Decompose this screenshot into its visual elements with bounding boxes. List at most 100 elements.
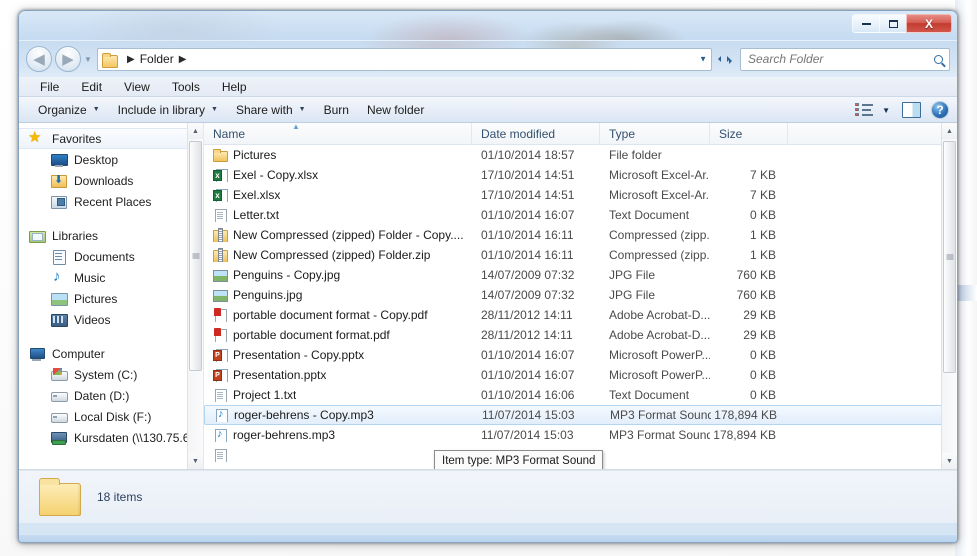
sidebar-item-downloads[interactable]: Downloads [19,170,203,191]
sidebar-item-kursdaten[interactable]: Kursdaten (\\130.75.67.60) ( [19,427,203,448]
column-header-type[interactable]: Type [600,123,710,145]
file-size: 29 KB [743,328,776,342]
organize-button[interactable]: Organize ▼ [29,100,109,120]
menu-tools[interactable]: Tools [161,78,211,96]
sidebar-scroll-thumb[interactable] [189,141,202,371]
file-name-cell[interactable]: Presentation.pptx [204,368,472,382]
address-dropdown-icon[interactable]: ▼ [699,55,707,64]
star-icon [28,129,45,146]
minimize-button[interactable] [852,14,879,33]
file-name-cell[interactable] [204,448,472,462]
table-row[interactable]: Pictures 01/10/2014 18:57 File folder [204,145,957,165]
file-name-cell[interactable]: New Compressed (zipped) Folder - Copy...… [204,228,472,242]
table-row[interactable]: New Compressed (zipped) Folder - Copy...… [204,225,957,245]
sidebar-label-videos: Videos [74,312,111,327]
file-name-cell[interactable]: Penguins - Copy.jpg [204,268,472,282]
column-header-name[interactable]: Name [204,123,472,145]
sidebar-item-local-disk-f[interactable]: Local Disk (F:) [19,406,203,427]
navigation-bar: ◀ ▶ ▼ ▶ Folder ▶ ▼ [19,41,957,77]
file-name-cell[interactable]: Project 1.txt [204,388,472,402]
table-row[interactable]: Penguins - Copy.jpg 14/07/2009 07:32 JPG… [204,265,957,285]
table-row[interactable]: portable document format.pdf 28/11/2012 … [204,325,957,345]
file-size: 7 KB [749,168,776,182]
change-view-icon[interactable] [854,102,874,118]
sidebar-group-libraries[interactable]: Libraries [19,225,203,246]
breadcrumb-separator-2-icon[interactable]: ▶ [179,54,187,65]
sidebar-item-recent-places[interactable]: Recent Places [19,191,203,212]
table-row[interactable]: Exel.xlsx 17/10/2014 14:51 Microsoft Exc… [204,185,957,205]
sidebar-group-computer[interactable]: Computer [19,343,203,364]
file-name-cell[interactable]: portable document format - Copy.pdf [204,308,472,322]
column-header-size[interactable]: Size [710,123,788,145]
table-row[interactable]: Presentation.pptx 01/10/2014 16:07 Micro… [204,365,957,385]
file-name-cell[interactable]: Exel - Copy.xlsx [204,168,472,182]
burn-label: Burn [323,102,349,117]
recent-pages-chevron-icon[interactable]: ▼ [81,55,95,64]
table-row[interactable]: portable document format - Copy.pdf 28/1… [204,305,957,325]
sidebar-scrollbar[interactable]: ▲ ▼ [187,123,203,469]
file-name-cell[interactable]: Pictures [204,148,472,162]
file-name-cell[interactable]: roger-behrens.mp3 [204,428,472,442]
refresh-button[interactable] [713,48,737,71]
forward-button[interactable]: ▶ [55,46,81,72]
view-options-chevron-down-icon[interactable]: ▼ [878,106,894,115]
sidebar-scroll-up-button[interactable]: ▲ [188,123,203,139]
sidebar-item-documents[interactable]: Documents [19,246,203,267]
sort-ascending-icon: ▲ [292,123,300,131]
sidebar-item-daten-d[interactable]: Daten (D:) [19,385,203,406]
maximize-button[interactable] [879,14,906,33]
menu-view[interactable]: View [113,78,161,96]
share-with-button[interactable]: Share with ▼ [227,100,315,120]
table-row[interactable]: Project 1.txt 01/10/2014 16:06 Text Docu… [204,385,957,405]
search-box[interactable] [740,47,950,71]
new-folder-button[interactable]: New folder [358,100,433,120]
desktop-right-strip [955,0,977,556]
file-name-cell[interactable]: portable document format.pdf [204,328,472,342]
sidebar-group-favorites[interactable]: Favorites [19,128,203,149]
table-row[interactable]: Presentation - Copy.pptx 01/10/2014 16:0… [204,345,957,365]
file-name-cell[interactable]: Presentation - Copy.pptx [204,348,472,362]
preview-pane-toggle-icon[interactable] [902,102,921,118]
sidebar-item-desktop[interactable]: Desktop [19,149,203,170]
table-row[interactable]: roger-behrens.mp3 11/07/2014 15:03 MP3 F… [204,425,957,445]
file-name-cell[interactable]: Exel.xlsx [204,188,472,202]
table-row[interactable]: Letter.txt 01/10/2014 16:07 Text Documen… [204,205,957,225]
sidebar-item-videos[interactable]: Videos [19,309,203,330]
table-row[interactable]: New Compressed (zipped) Folder.zip 01/10… [204,245,957,265]
file-name-cell[interactable]: Letter.txt [204,208,472,222]
title-bar[interactable]: X [19,11,957,41]
sidebar-item-music[interactable]: Music [19,267,203,288]
menu-edit[interactable]: Edit [70,78,113,96]
table-row[interactable]: Penguins.jpg 14/07/2009 07:32 JPG File 7… [204,285,957,305]
back-button[interactable]: ◀ [26,46,52,72]
sidebar-item-system-c[interactable]: System (C:) [19,364,203,385]
table-row-selected[interactable]: roger-behrens - Copy.mp3 11/07/2014 15:0… [204,405,957,425]
burn-button[interactable]: Burn [315,100,358,120]
breadcrumb-folder[interactable]: Folder [140,52,174,66]
file-scroll-down-button[interactable]: ▼ [942,453,957,469]
desktop-icon-partial[interactable] [957,285,977,301]
file-scroll-up-button[interactable]: ▲ [942,123,957,139]
file-name-cell[interactable]: Penguins.jpg [204,288,472,302]
close-button[interactable]: X [906,14,952,33]
address-bar[interactable]: ▶ Folder ▶ ▼ [97,47,712,71]
table-row[interactable]: Exel - Copy.xlsx 17/10/2014 14:51 Micros… [204,165,957,185]
menu-help[interactable]: Help [211,78,258,96]
search-input[interactable] [748,52,934,66]
file-size: 178,894 KB [714,408,777,422]
sidebar-scroll-down-button[interactable]: ▼ [188,453,203,469]
column-header-date-modified[interactable]: Date modified [472,123,600,145]
chevron-down-icon: ▼ [298,105,306,113]
search-icon[interactable] [934,54,943,64]
system-drive-icon [51,367,68,382]
file-size: 178,894 KB [713,428,776,442]
file-name-cell[interactable]: New Compressed (zipped) Folder.zip [204,248,472,262]
file-scroll-thumb[interactable] [943,141,956,373]
file-name-cell[interactable]: roger-behrens - Copy.mp3 [205,408,473,422]
text-file-icon [213,208,227,222]
menu-file[interactable]: File [29,78,70,96]
help-icon[interactable]: ? [931,101,949,119]
include-in-library-button[interactable]: Include in library ▼ [109,100,227,120]
sidebar-item-pictures[interactable]: Pictures [19,288,203,309]
file-list-scrollbar[interactable]: ▲ ▼ [941,123,957,469]
